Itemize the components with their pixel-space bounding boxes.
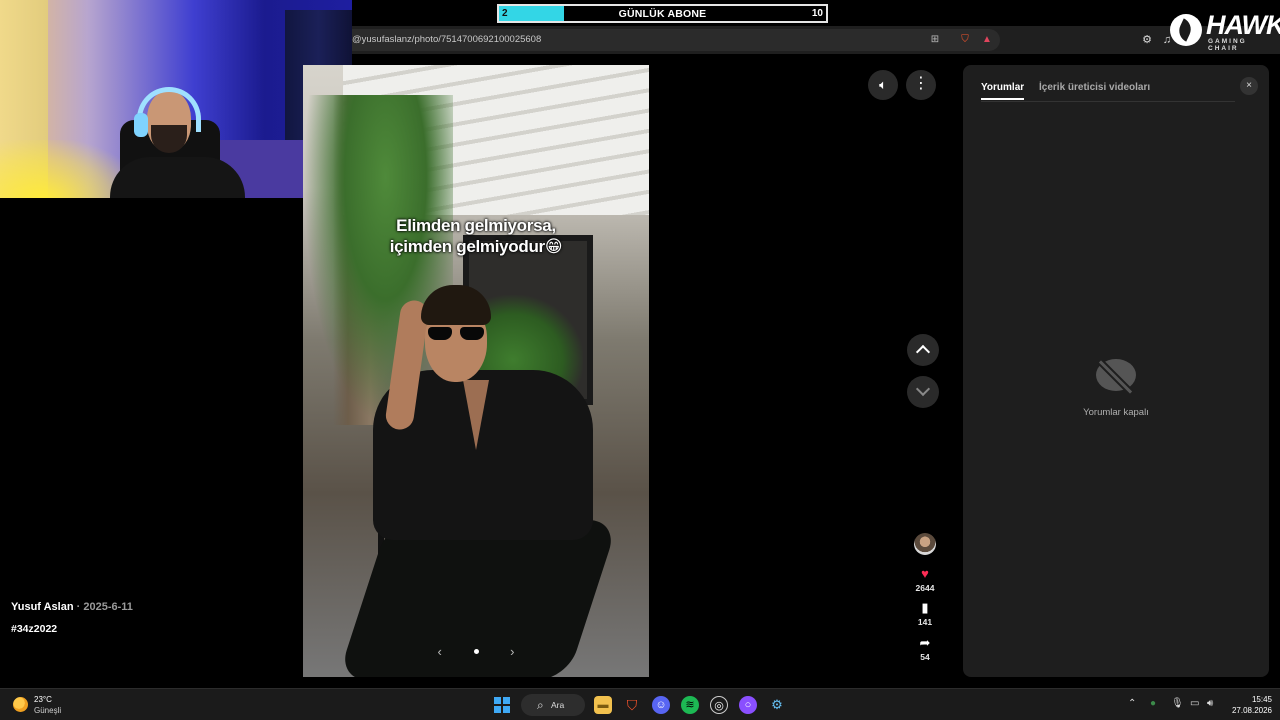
comments-off-icon: [1096, 359, 1136, 395]
panel-tabs: Yorumlar İçerik üreticisi videoları: [981, 82, 1235, 102]
video-player[interactable]: Elimden gelmiyorsa, içimden gelmiyodur😁 …: [303, 65, 649, 677]
save-count: 141: [917, 617, 933, 627]
weather-desc[interactable]: Güneşli: [34, 706, 61, 715]
taskbar-clock[interactable]: 15:45 27.08.2026: [1226, 694, 1272, 716]
microphone-icon[interactable]: 🎙︎: [1171, 698, 1184, 709]
author-separator: ·: [73, 601, 84, 613]
photo-carousel-nav: ‹ ›: [303, 643, 649, 659]
brave-rewards-icon[interactable]: ▲: [980, 33, 994, 47]
spotify-icon[interactable]: ≋: [681, 696, 699, 714]
previous-video-button[interactable]: [907, 334, 939, 366]
volume-button[interactable]: 🔈︎: [868, 70, 898, 100]
share-count: 54: [920, 652, 930, 662]
tray-security-icon[interactable]: ●: [1150, 698, 1156, 709]
address-bar[interactable]: @yusufaslanz/photo/7514700692100025608 ⊞…: [340, 29, 1000, 51]
clock-time: 15:45: [1251, 695, 1272, 704]
steam-icon[interactable]: ⚙: [768, 696, 786, 714]
save-action[interactable]: ▮ 141: [905, 601, 945, 628]
post-date: 2025-6-11: [83, 601, 133, 613]
url-text[interactable]: @yusufaslanz/photo/7514700692100025608: [352, 34, 541, 45]
chevron-up-icon: [915, 344, 931, 360]
network-icon[interactable]: ▭: [1190, 698, 1199, 709]
carousel-prev-button[interactable]: ‹: [438, 644, 442, 659]
bookmark-icon[interactable]: ▮: [905, 601, 945, 615]
tray-overflow-icon[interactable]: ⌃: [1128, 698, 1136, 709]
taskbar: 23°C Güneşli Ara ▬ ⛉ ☺ ≋ ◎ ○ ⚙ ⌃ ● 🎙︎ ▭ …: [0, 688, 1280, 720]
comments-panel: Yorumlar İçerik üreticisi videoları × Yo…: [963, 65, 1269, 677]
brave-shield-icon[interactable]: ⛉: [958, 33, 972, 47]
goal-target: 10: [811, 8, 823, 19]
chevron-down-icon: [915, 381, 931, 397]
tab-creator-videos[interactable]: İçerik üreticisi videoları: [1039, 82, 1150, 93]
discord-icon[interactable]: ☺: [652, 696, 670, 714]
more-options-button[interactable]: ⋮: [906, 70, 936, 100]
video-hair: [421, 285, 491, 325]
caption-line-2: içimden gelmiyodur😁: [389, 237, 563, 256]
brave-browser-icon[interactable]: ⛉: [623, 696, 641, 714]
share-icon[interactable]: ➦: [905, 636, 945, 650]
hawk-feather-icon: [1170, 14, 1202, 46]
weather-sun-icon[interactable]: [13, 697, 28, 712]
author-line: Yusuf Aslan · 2025-6-11: [11, 601, 133, 613]
file-explorer-icon[interactable]: ▬: [594, 696, 612, 714]
headset-earcup: [134, 113, 148, 137]
app-icon[interactable]: ○: [739, 696, 757, 714]
close-panel-button[interactable]: ×: [1240, 77, 1258, 95]
extensions-icon[interactable]: ⚙: [1140, 33, 1154, 47]
post-hashtag[interactable]: #34z2022: [11, 623, 57, 635]
volume-icon: 🔈︎: [879, 77, 887, 92]
streamer: [105, 85, 245, 198]
taskbar-search-label: Ara: [551, 700, 565, 710]
logo-name: HAWK: [1206, 10, 1280, 40]
author-name[interactable]: Yusuf Aslan: [11, 601, 74, 613]
carousel-dot[interactable]: [473, 649, 479, 655]
next-video-button[interactable]: [907, 376, 939, 408]
video-person: [333, 280, 623, 677]
share-action[interactable]: ➦ 54: [905, 636, 945, 663]
streamer-body: [110, 157, 245, 198]
heart-icon[interactable]: ♥: [905, 567, 945, 581]
clock-date: 27.08.2026: [1231, 706, 1272, 715]
translate-icon[interactable]: ⊞: [928, 33, 942, 47]
more-vertical-icon: ⋮: [913, 75, 929, 92]
tab-comments[interactable]: Yorumlar: [981, 82, 1025, 100]
speaker-icon[interactable]: 🔊︎: [1207, 698, 1213, 709]
weather-temp[interactable]: 23°C: [34, 695, 52, 704]
webcam-overlay: [0, 0, 352, 198]
windows-start-icon[interactable]: [494, 697, 510, 713]
sunglasses: [428, 327, 484, 341]
sponsor-logo: HAWK GAMING CHAIR: [1170, 8, 1280, 52]
like-count: 2644: [915, 583, 935, 593]
close-icon: ×: [1246, 80, 1252, 91]
taskbar-search[interactable]: Ara: [521, 694, 585, 716]
obs-icon[interactable]: ◎: [710, 696, 728, 714]
video-caption: Elimden gelmiyorsa, içimden gelmiyodur😁: [303, 215, 649, 257]
caption-line-1: Elimden gelmiyorsa,: [396, 216, 556, 235]
comments-off-text: Yorumlar kapalı: [1083, 407, 1149, 418]
author-avatar[interactable]: [914, 533, 936, 555]
subscriber-goal-bar: 2 GÜNLÜK ABONE 10: [497, 4, 828, 23]
goal-label: GÜNLÜK ABONE: [618, 8, 707, 20]
logo-sub: GAMING CHAIR: [1208, 38, 1247, 52]
carousel-next-button[interactable]: ›: [510, 644, 514, 659]
like-action[interactable]: ♥ 2644: [905, 567, 945, 594]
